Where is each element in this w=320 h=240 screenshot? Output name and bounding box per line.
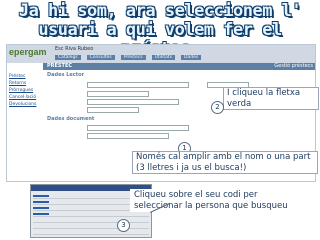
nav-item-retorns[interactable]: Retorns <box>9 80 41 87</box>
section-bar: PRÉSTEC Gestió préstecs <box>43 63 315 70</box>
section-title: PRÉSTEC <box>47 63 73 69</box>
note-expand-name: Només cal amplir amb el nom o una part (… <box>132 151 318 174</box>
nav-item-devolucions[interactable]: Devolucions <box>9 101 41 108</box>
nav-item-cancelacio[interactable]: Cancel·lació <box>9 94 41 101</box>
menu-item-utilitats[interactable]: Utilitats <box>151 55 176 60</box>
document-field-2[interactable] <box>87 133 169 139</box>
reader-code-link[interactable] <box>33 201 49 203</box>
menu-item-dades[interactable]: Dades <box>181 55 202 60</box>
reader-code-link[interactable] <box>33 195 49 197</box>
reader-field-4[interactable] <box>87 107 139 113</box>
main-menu: Catàlegs Consultes Préstecs Utilitats Da… <box>55 55 202 60</box>
menu-item-prestecs[interactable]: Préstecs <box>120 55 146 60</box>
app-logo: epergam <box>9 47 47 57</box>
nav-item-prestec[interactable]: Préstec <box>9 73 41 80</box>
section-subtitle: Gestió préstecs <box>274 63 313 69</box>
reader-code-link[interactable] <box>33 207 49 209</box>
menu-item-consultes[interactable]: Consultes <box>86 55 115 60</box>
table-row[interactable] <box>33 229 149 235</box>
reader-data-heading: Dades Lector <box>47 72 85 78</box>
reader-field-3[interactable] <box>87 99 179 105</box>
step-number-2: 2 <box>211 101 224 114</box>
left-nav: Préstec Retorns Pròrrogues Cancel·lació … <box>9 73 41 108</box>
document-data-heading: Dades document <box>47 116 95 122</box>
title-line-1: Ja hi som, ara seleccionem l' <box>18 1 302 21</box>
step-number-3: 3 <box>117 219 130 232</box>
reader-name-field[interactable] <box>87 82 189 88</box>
user-name: Esc Riva Rubeo <box>55 46 94 52</box>
reader-field-2[interactable] <box>87 91 149 97</box>
reader-code-link[interactable] <box>33 213 49 215</box>
app-header: epergam Esc Riva Rubeo Catàlegs Consulte… <box>7 45 315 63</box>
note-click-green-arrow: I cliqueu la fletxa verda <box>223 87 319 110</box>
nav-item-prorrogues[interactable]: Pròrrogues <box>9 87 41 94</box>
document-field-1[interactable] <box>87 125 189 131</box>
menu-item-catalegs[interactable]: Catàlegs <box>55 55 81 60</box>
